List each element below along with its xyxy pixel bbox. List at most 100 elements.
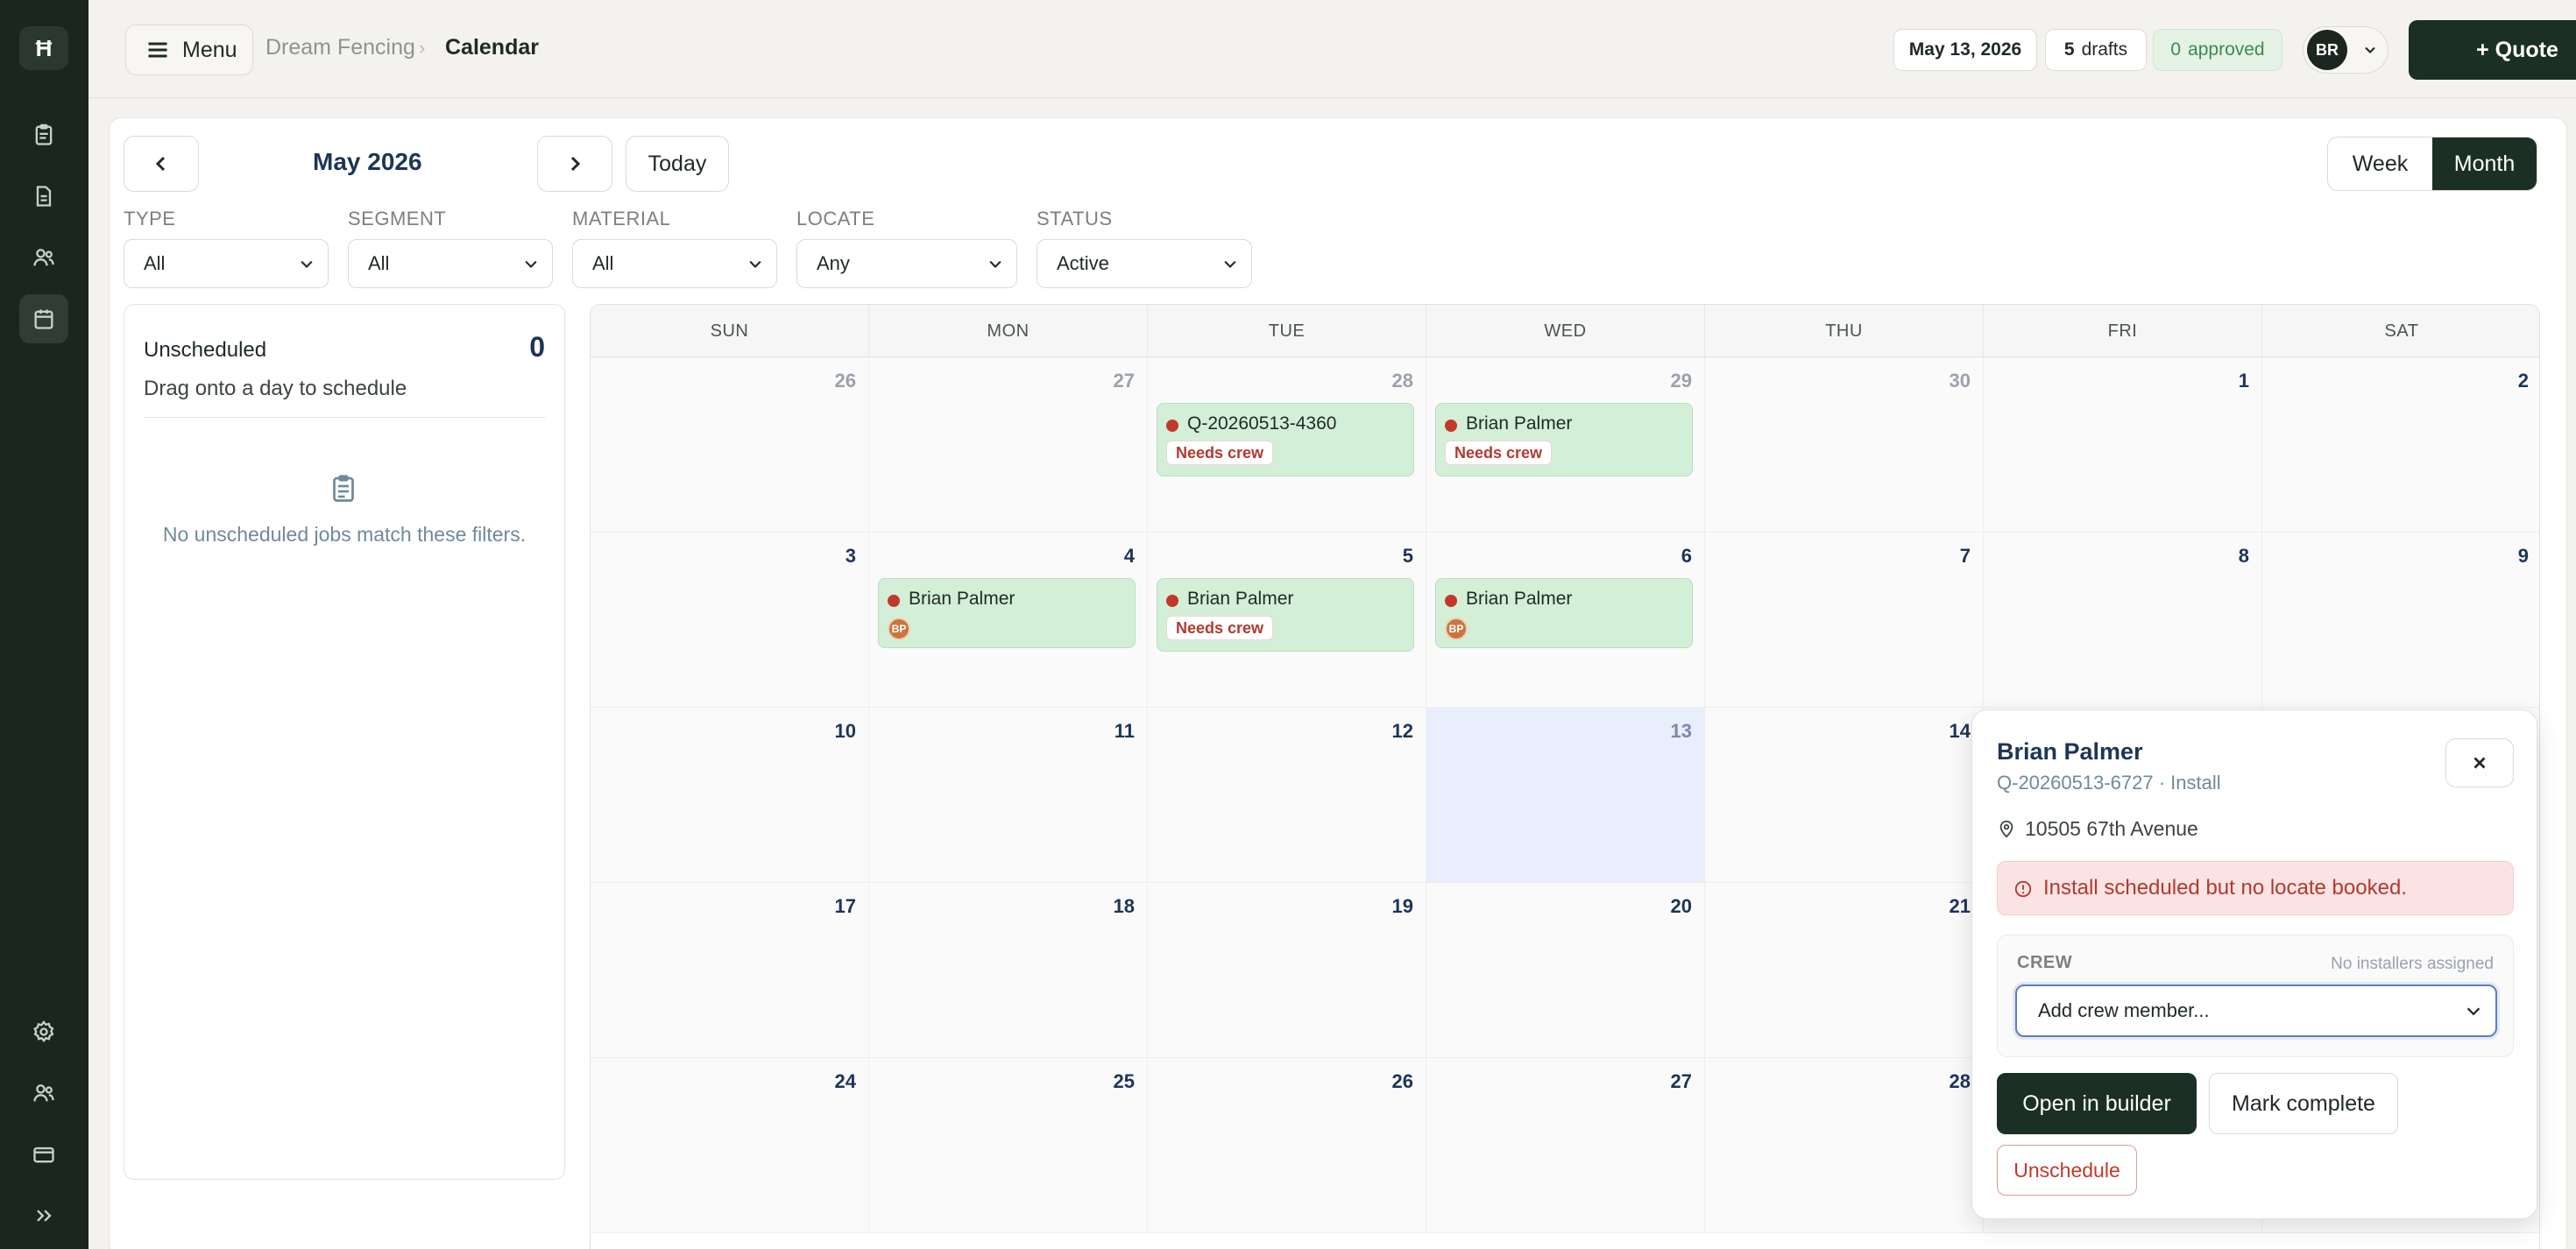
team-users-icon[interactable] xyxy=(19,1069,68,1118)
breadcrumb-current: Calendar xyxy=(445,35,539,60)
day-number: 21 xyxy=(1949,895,1971,917)
filter-status-select[interactable]: Active xyxy=(1037,239,1252,288)
day-cell[interactable]: 28 Q-20260513-4360 Needs crew xyxy=(1148,357,1426,533)
day-cell[interactable]: 20 xyxy=(1426,883,1705,1058)
day-cell[interactable]: 27 xyxy=(1426,1058,1705,1233)
filter-segment-label: SEGMENT xyxy=(348,208,447,229)
filter-material-select[interactable]: All xyxy=(572,239,777,288)
prev-month-button[interactable] xyxy=(124,136,199,192)
day-number: 17 xyxy=(834,895,856,917)
crew-section: CREW No installers assigned Add crew mem… xyxy=(1997,935,2514,1057)
app-logo[interactable]: Ħ xyxy=(19,26,68,70)
day-cell[interactable]: 26 xyxy=(1148,1058,1426,1233)
week-view-button[interactable]: Week xyxy=(2328,138,2432,190)
add-crew-value: Add crew member... xyxy=(2038,999,2210,1021)
day-number: 11 xyxy=(1114,720,1135,742)
expand-chevrons-icon[interactable] xyxy=(19,1191,68,1240)
popover-address: 10505 67th Avenue xyxy=(2025,817,2198,840)
clipboard-icon xyxy=(333,475,354,502)
day-cell[interactable]: 8 xyxy=(1984,533,2262,708)
hamburger-icon xyxy=(148,42,167,58)
status-dot xyxy=(1445,420,1457,432)
mark-complete-button[interactable]: Mark complete xyxy=(2209,1073,2398,1134)
day-cell[interactable]: 29 Brian Palmer Needs crew xyxy=(1426,357,1705,533)
new-quote-button[interactable]: + Quote xyxy=(2409,20,2576,80)
day-cell[interactable]: 4 Brian Palmer BP xyxy=(869,533,1148,708)
today-button[interactable]: Today xyxy=(626,136,729,192)
day-cell[interactable]: 17 xyxy=(591,883,869,1058)
popover-subtitle: Q-20260513-6727 · Install xyxy=(1997,772,2221,794)
breadcrumb-separator-icon: › xyxy=(419,37,426,59)
filter-type-select[interactable]: All xyxy=(124,239,329,288)
filter-locate-label: LOCATE xyxy=(796,208,875,229)
day-cell[interactable]: 27 xyxy=(869,357,1148,533)
chevron-down-icon xyxy=(1224,260,1236,268)
menu-button[interactable]: Menu xyxy=(125,25,253,75)
next-month-button[interactable] xyxy=(537,136,612,192)
event-title: Brian Palmer xyxy=(909,589,1016,609)
filter-status-value: Active xyxy=(1057,252,1109,274)
day-cell[interactable]: 30 xyxy=(1705,357,1984,533)
filter-type-value: All xyxy=(144,252,166,274)
day-cell[interactable]: 18 xyxy=(869,883,1148,1058)
day-cell[interactable]: 2 xyxy=(2262,357,2539,533)
day-cell[interactable]: 7 xyxy=(1705,533,1984,708)
approved-pill[interactable]: 0 approved xyxy=(2153,29,2282,71)
day-cell[interactable]: 26 xyxy=(591,357,869,533)
quotes-clipboard-icon[interactable] xyxy=(19,110,68,159)
close-icon xyxy=(2473,757,2486,769)
add-crew-select[interactable]: Add crew member... xyxy=(2015,984,2497,1037)
weekday-fri: FRI xyxy=(1984,305,2262,357)
day-number: 1 xyxy=(2238,370,2249,392)
billing-card-icon[interactable] xyxy=(19,1130,68,1179)
day-number: 28 xyxy=(1949,1070,1971,1092)
customers-users-icon[interactable] xyxy=(19,233,68,282)
calendar-event[interactable]: Q-20260513-4360 Needs crew xyxy=(1157,403,1414,476)
day-cell-today[interactable]: 13 xyxy=(1426,708,1705,883)
settings-gear-icon[interactable] xyxy=(19,1007,68,1056)
day-cell[interactable]: 14 xyxy=(1705,708,1984,883)
event-detail-popover: Brian Palmer Q-20260513-6727 · Install 1… xyxy=(1971,709,2537,1219)
month-view-button[interactable]: Month xyxy=(2432,138,2537,190)
chevron-down-icon xyxy=(525,260,537,268)
breadcrumb-company[interactable]: Dream Fencing xyxy=(265,35,415,60)
day-cell[interactable]: 3 xyxy=(591,533,869,708)
chevron-down-icon xyxy=(2466,1007,2480,1016)
day-cell[interactable]: 9 xyxy=(2262,533,2539,708)
day-number: 27 xyxy=(1670,1070,1692,1092)
day-number: 25 xyxy=(1113,1070,1135,1092)
calendar-icon[interactable] xyxy=(19,294,68,343)
unschedule-button[interactable]: Unschedule xyxy=(1997,1145,2137,1196)
day-cell[interactable]: 21 xyxy=(1705,883,1984,1058)
day-cell[interactable]: 12 xyxy=(1148,708,1426,883)
crew-avatar: BP xyxy=(1445,617,1468,640)
documents-icon[interactable] xyxy=(19,172,68,221)
day-cell[interactable]: 1 xyxy=(1984,357,2262,533)
open-in-builder-button[interactable]: Open in builder xyxy=(1997,1073,2197,1134)
close-button[interactable] xyxy=(2445,738,2514,787)
day-number: 26 xyxy=(834,370,856,392)
day-cell[interactable]: 24 xyxy=(591,1058,869,1233)
weekday-tue: TUE xyxy=(1148,305,1426,357)
filter-segment-select[interactable]: All xyxy=(348,239,553,288)
calendar-event[interactable]: Brian Palmer Needs crew xyxy=(1435,403,1693,476)
calendar-event[interactable]: Brian Palmer Needs crew xyxy=(1157,578,1414,652)
popover-customer-name: Brian Palmer xyxy=(1997,738,2143,765)
account-menu[interactable]: BR xyxy=(2303,26,2388,74)
day-cell[interactable]: 28 xyxy=(1705,1058,1984,1233)
event-title: Brian Palmer xyxy=(1466,413,1573,434)
day-cell[interactable]: 6 Brian Palmer BP xyxy=(1426,533,1705,708)
day-cell[interactable]: 11 xyxy=(869,708,1148,883)
day-cell[interactable]: 10 xyxy=(591,708,869,883)
day-number: 3 xyxy=(845,545,856,567)
filter-locate-select[interactable]: Any xyxy=(796,239,1017,288)
drafts-label: drafts xyxy=(2081,39,2128,60)
day-number: 24 xyxy=(834,1070,856,1092)
day-cell[interactable]: 5 Brian Palmer Needs crew xyxy=(1148,533,1426,708)
day-number: 12 xyxy=(1391,720,1413,742)
calendar-event[interactable]: Brian Palmer BP xyxy=(878,578,1136,648)
calendar-event[interactable]: Brian Palmer BP xyxy=(1435,578,1693,648)
day-cell[interactable]: 25 xyxy=(869,1058,1148,1233)
drafts-pill[interactable]: 5 drafts xyxy=(2045,29,2147,71)
day-cell[interactable]: 19 xyxy=(1148,883,1426,1058)
